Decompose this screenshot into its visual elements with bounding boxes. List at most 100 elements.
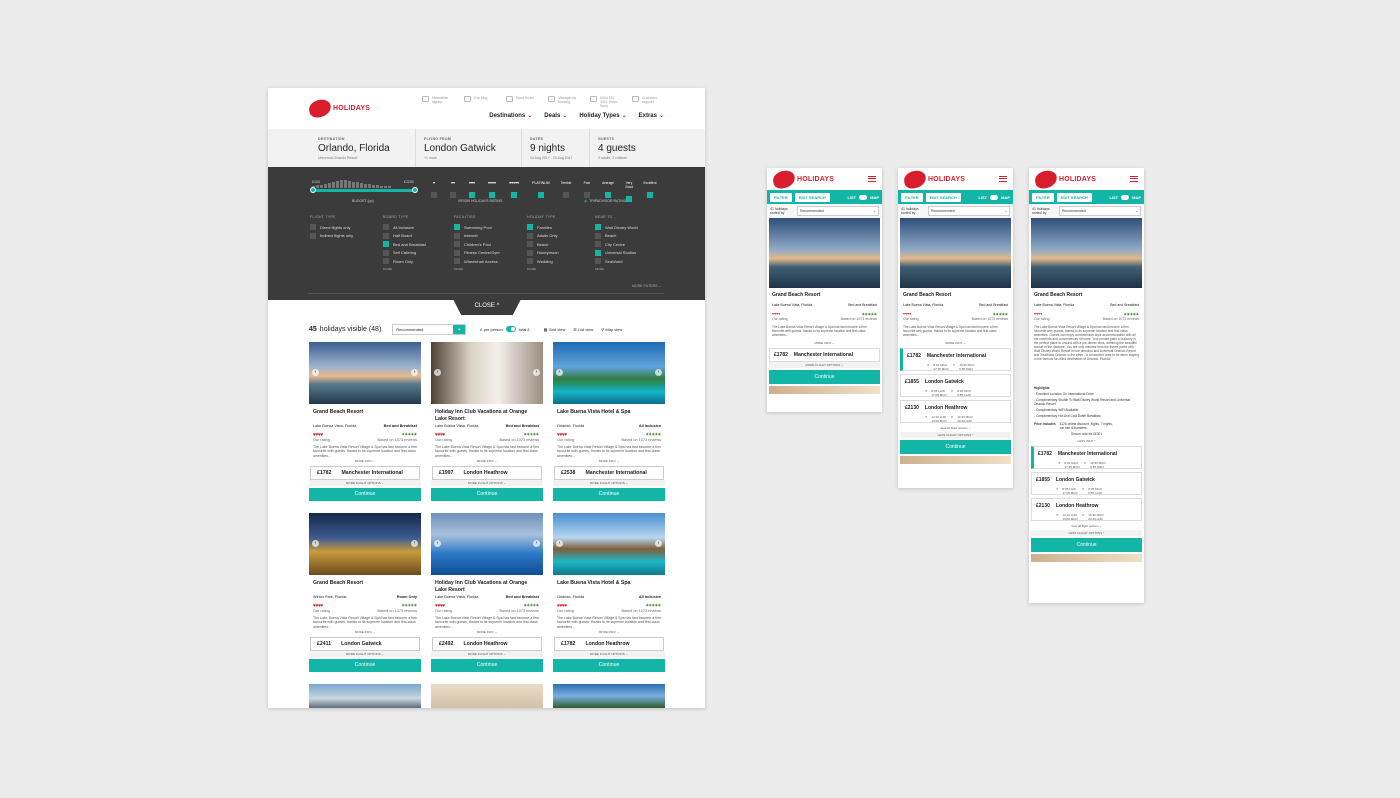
- chevron-left-icon[interactable]: ‹: [434, 369, 441, 376]
- nav-extras[interactable]: Extras: [639, 112, 664, 119]
- brand-logo[interactable]: HOLIDAYS: [771, 168, 834, 190]
- less-flight-options[interactable]: LESS FLIGHT OPTIONS ^: [900, 432, 1011, 438]
- virgin-rating-5[interactable]: ▾▾▾▾▾: [509, 180, 519, 203]
- filter-more-link[interactable]: MORE: [527, 267, 559, 271]
- virgin-rating-platinum[interactable]: PLATINUM: [532, 181, 550, 203]
- budget-slider-max-handle[interactable]: [412, 187, 418, 193]
- list-toggle[interactable]: LIST: [978, 195, 987, 200]
- chevron-right-icon[interactable]: ›: [533, 369, 540, 376]
- hotel-title[interactable]: Holiday Inn Club Vacations at Orange Lak…: [431, 404, 543, 422]
- map-toggle[interactable]: MAP: [1132, 195, 1141, 200]
- filter-option[interactable]: Children's Pool: [454, 240, 500, 249]
- flight-option[interactable]: £2130 London Heathrow ✈ 12:10 LHR 19:00 MCO ✈…: [900, 400, 1011, 423]
- hotel-card[interactable]: ‹ › Holiday Inn Club Vacations at Orange L…: [431, 342, 543, 504]
- filter-option[interactable]: Internet: [454, 232, 500, 241]
- continue-button[interactable]: Continue: [769, 370, 880, 384]
- continue-button[interactable]: Continue: [1031, 538, 1142, 552]
- card-image-partial[interactable]: [309, 684, 421, 708]
- hotel-photo[interactable]: [769, 218, 880, 288]
- hotel-photo[interactable]: ‹ ›: [431, 342, 543, 404]
- checkbox[interactable]: [383, 224, 389, 231]
- more-info-link[interactable]: MORE INFO ⌄: [553, 459, 665, 463]
- checkbox[interactable]: [310, 232, 316, 239]
- checkbox[interactable]: [383, 232, 389, 239]
- checkbox[interactable]: [454, 249, 460, 256]
- filter-button[interactable]: FILTER: [770, 192, 792, 202]
- filter-option[interactable]: Walt Disney World: [595, 223, 638, 232]
- hamburger-menu-icon[interactable]: [868, 176, 876, 182]
- filter-more-link[interactable]: MORE: [595, 267, 638, 271]
- filter-option[interactable]: Beach: [527, 240, 559, 249]
- checkbox-checked[interactable]: [383, 241, 389, 248]
- filter-option[interactable]: Wedding: [527, 257, 559, 266]
- map-view-button[interactable]: ⚲ Map view: [601, 327, 622, 332]
- list-view-button[interactable]: ☰ List view: [573, 327, 593, 332]
- filter-option[interactable]: Fitness Centre/Gym: [454, 249, 500, 258]
- mobile-sort-select[interactable]: Recommended ⌄: [797, 206, 879, 216]
- flight-option[interactable]: £1782 Manchester International ✈ 8:01 MAN 17…: [1031, 446, 1142, 469]
- hotel-card[interactable]: ‹ › Grand Beach Resort Lake Buena Vista, Fl…: [309, 342, 421, 504]
- flight-option[interactable]: £2130 London Heathrow ✈ 12:10 LHR 19:00 MCO ✈…: [1031, 498, 1142, 521]
- ta-excellent[interactable]: Excellent: [643, 181, 657, 207]
- edit-search-button[interactable]: EDIT SEARCH: [925, 192, 961, 202]
- utility-store[interactable]: Store finder: [506, 96, 538, 108]
- flight-option[interactable]: £1782 Manchester International: [769, 348, 880, 362]
- virgin-rating-2[interactable]: ▾▾: [450, 180, 456, 203]
- card-image-partial[interactable]: [431, 684, 543, 708]
- more-info-link[interactable]: MORE INFO ⌄: [431, 459, 543, 463]
- ta-terrible[interactable]: Terrible: [559, 181, 573, 207]
- nav-destinations[interactable]: Destinations: [489, 112, 532, 119]
- brand-logo[interactable]: HOLIDAYS: [307, 97, 370, 120]
- hotel-photo[interactable]: [1031, 218, 1142, 288]
- more-flight-options[interactable]: MORE FLIGHT OPTIONS ⌄: [553, 651, 665, 657]
- ta-very-good[interactable]: Very Good: [622, 181, 636, 207]
- checkbox[interactable]: [527, 249, 533, 256]
- utility-blog[interactable]: Our blog: [464, 96, 496, 108]
- checkbox[interactable]: [454, 258, 460, 265]
- more-info-link[interactable]: MORE INFO ⌄: [767, 341, 882, 345]
- utility-newsletter[interactable]: Newsletter signup: [422, 96, 454, 108]
- hotel-photo[interactable]: ‹ ›: [309, 513, 421, 575]
- checkbox[interactable]: [310, 224, 316, 231]
- hotel-photo[interactable]: ‹ ›: [553, 513, 665, 575]
- continue-button[interactable]: Continue: [431, 488, 543, 501]
- checkbox[interactable]: [454, 241, 460, 248]
- mobile-sort-select[interactable]: Recommended ⌄: [928, 206, 1010, 216]
- chevron-left-icon[interactable]: ‹: [434, 540, 441, 547]
- list-toggle[interactable]: LIST: [847, 195, 856, 200]
- filter-option[interactable]: Half Board: [383, 232, 426, 241]
- filter-option[interactable]: Families: [527, 223, 559, 232]
- utility-phone[interactable]: 0344 557 4321 (9am - 9pm): [590, 96, 622, 108]
- filter-button[interactable]: FILTER: [901, 192, 923, 202]
- list-toggle[interactable]: LIST: [1109, 195, 1118, 200]
- hotel-photo[interactable]: ‹ ›: [431, 513, 543, 575]
- filter-option[interactable]: Universal Studios: [595, 249, 638, 258]
- flight-option[interactable]: £2538 Manchester International: [554, 466, 664, 480]
- chevron-right-icon[interactable]: ›: [655, 540, 662, 547]
- filter-button[interactable]: FILTER: [1032, 192, 1054, 202]
- ta-average[interactable]: Average: [601, 181, 615, 207]
- filter-more-link[interactable]: MORE: [383, 267, 426, 271]
- checkbox[interactable]: [595, 241, 601, 248]
- more-flight-options[interactable]: MORE FLIGHT OPTIONS ⌄: [309, 651, 421, 657]
- hotel-card[interactable]: ‹ › Grand Beach Resort Winter Park, Florida…: [309, 513, 421, 675]
- filter-more-link[interactable]: MORE: [454, 267, 500, 271]
- more-info-link[interactable]: MORE INFO ⌄: [431, 630, 543, 634]
- checkbox[interactable]: [527, 232, 533, 239]
- filter-option[interactable]: Self Catering: [383, 249, 426, 258]
- view-all-flights-link[interactable]: view all flight options ⌄: [1029, 524, 1144, 528]
- more-flight-options[interactable]: MORE FLIGHT OPTIONS ⌄: [431, 651, 543, 657]
- hotel-photo[interactable]: ‹ ›: [309, 342, 421, 404]
- flight-option[interactable]: £1855 London Gatwick ✈ 8:05 LGW 17:05 MCO ✈ 8:…: [1031, 472, 1142, 495]
- filter-option[interactable]: Swimming Pool: [454, 223, 500, 232]
- filter-option[interactable]: All Inclusive: [383, 223, 426, 232]
- checkbox[interactable]: [454, 232, 460, 239]
- search-guests[interactable]: GUESTS 4 guests 2 adults, 2 children: [590, 129, 666, 167]
- filter-option[interactable]: City Centre: [595, 240, 638, 249]
- chevron-right-icon[interactable]: ›: [533, 540, 540, 547]
- hotel-photo[interactable]: ‹ ›: [553, 342, 665, 404]
- chevron-left-icon[interactable]: ‹: [312, 369, 319, 376]
- continue-button[interactable]: Continue: [900, 440, 1011, 454]
- hotel-title[interactable]: Lake Buena Vista Hotel & Spa: [553, 404, 665, 422]
- less-flight-options[interactable]: LESS FLIGHT OPTIONS ^: [1031, 530, 1142, 536]
